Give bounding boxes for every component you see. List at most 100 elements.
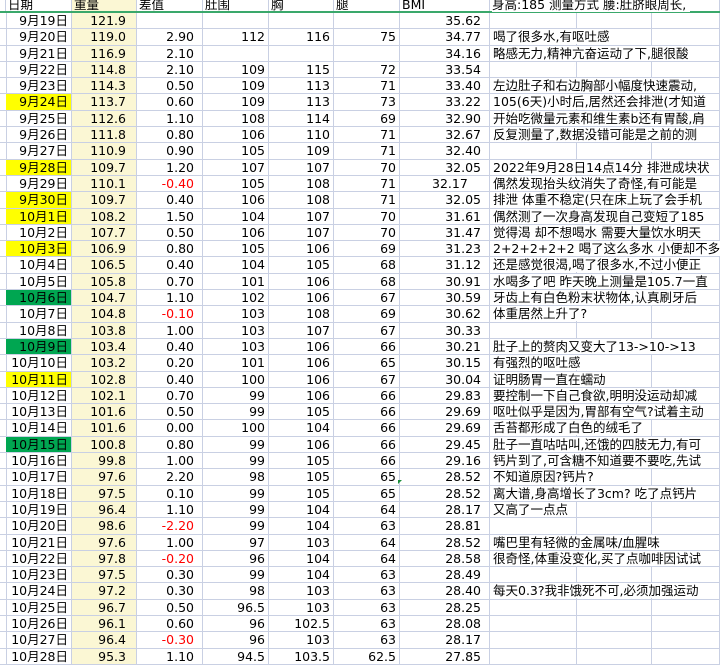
bmi-cell[interactable]: 34.77	[400, 29, 490, 45]
leg-cell[interactable]: 68	[334, 273, 400, 290]
chest-cell[interactable]: 106	[269, 273, 334, 290]
weight-cell[interactable]: 96.4	[72, 632, 137, 648]
belly-cell[interactable]: 109	[203, 94, 269, 110]
belly-cell[interactable]: 101	[203, 273, 269, 290]
notes-cell[interactable]	[652, 143, 720, 159]
weight-cell[interactable]: 104.8	[72, 306, 137, 322]
leg-cell[interactable]: 73	[334, 94, 400, 110]
bmi-cell[interactable]: 34.16	[400, 45, 490, 61]
chest-cell[interactable]: 115	[269, 61, 334, 78]
leg-cell[interactable]: 67	[334, 371, 400, 387]
notes-cell[interactable]	[652, 61, 720, 78]
belly-cell[interactable]: 101	[203, 355, 269, 371]
weight-cell[interactable]: 100.8	[72, 436, 137, 453]
notes-cell[interactable]	[577, 13, 652, 29]
weight-cell[interactable]: 96.4	[72, 501, 137, 518]
belly-cell[interactable]: 109	[203, 61, 269, 78]
leg-cell[interactable]: 64	[334, 550, 400, 567]
notes-cell[interactable]	[490, 143, 577, 159]
date-cell[interactable]: 9月22日	[6, 61, 72, 78]
bmi-cell[interactable]: 32.17	[400, 175, 490, 192]
date-cell[interactable]: 10月4日	[6, 257, 72, 273]
bmi-cell[interactable]: 28.58	[400, 550, 490, 567]
notes-cell[interactable]	[652, 567, 720, 583]
weight-cell[interactable]: 112.6	[72, 110, 137, 127]
belly-cell[interactable]: 99	[203, 485, 269, 501]
date-cell[interactable]: 10月18日	[6, 485, 72, 501]
bmi-cell[interactable]: 28.08	[400, 615, 490, 632]
leg-cell[interactable]: 71	[334, 175, 400, 192]
chest-cell[interactable]: 103	[269, 534, 334, 550]
leg-cell[interactable]: 69	[334, 306, 400, 322]
belly-cell[interactable]: 103	[203, 338, 269, 355]
date-cell[interactable]: 10月12日	[6, 387, 72, 404]
header-diff[interactable]: 差值	[137, 0, 203, 11]
weight-cell[interactable]: 101.6	[72, 404, 137, 420]
chest-cell[interactable]: 107	[269, 208, 334, 224]
leg-cell[interactable]: 63	[334, 583, 400, 599]
chest-cell[interactable]: 105	[269, 257, 334, 273]
diff-cell[interactable]: 0.80	[137, 436, 203, 453]
diff-cell[interactable]: 0.30	[137, 567, 203, 583]
notes-cell[interactable]	[577, 355, 652, 371]
notes-cell[interactable]	[577, 143, 652, 159]
date-cell[interactable]: 9月30日	[6, 192, 72, 208]
leg-cell[interactable]: 66	[334, 436, 400, 453]
leg-cell[interactable]: 75	[334, 29, 400, 45]
chest-cell[interactable]: 107	[269, 224, 334, 241]
belly-cell[interactable]: 99	[203, 387, 269, 404]
belly-cell[interactable]: 99	[203, 453, 269, 469]
belly-cell[interactable]: 108	[203, 110, 269, 127]
chest-cell[interactable]: 104	[269, 567, 334, 583]
header-bmi[interactable]: BMI	[400, 0, 490, 11]
date-cell[interactable]: 9月24日	[6, 94, 72, 110]
leg-cell[interactable]: 63	[334, 615, 400, 632]
chest-cell[interactable]	[269, 45, 334, 61]
bmi-cell[interactable]: 28.17	[400, 501, 490, 518]
bmi-cell[interactable]: 29.83	[400, 387, 490, 404]
chest-cell[interactable]: 102.5	[269, 615, 334, 632]
date-cell[interactable]: 10月28日	[6, 648, 72, 664]
notes-cell[interactable]	[490, 615, 577, 632]
diff-cell[interactable]: 0.50	[137, 404, 203, 420]
notes-cell[interactable]	[577, 567, 652, 583]
bmi-cell[interactable]: 30.04	[400, 371, 490, 387]
bmi-cell[interactable]: 28.52	[400, 469, 490, 485]
notes-cell[interactable]	[652, 29, 720, 45]
date-cell[interactable]: 10月23日	[6, 567, 72, 583]
chest-cell[interactable]: 105	[269, 485, 334, 501]
belly-cell[interactable]: 99	[203, 518, 269, 534]
weight-cell[interactable]: 97.6	[72, 534, 137, 550]
date-cell[interactable]: 10月8日	[6, 322, 72, 338]
bmi-cell[interactable]: 33.40	[400, 78, 490, 94]
weight-cell[interactable]: 110.1	[72, 175, 137, 192]
diff-cell[interactable]: -0.30	[137, 632, 203, 648]
diff-cell[interactable]: 0.40	[137, 371, 203, 387]
leg-cell[interactable]: 71	[334, 78, 400, 94]
weight-cell[interactable]: 106.9	[72, 241, 137, 257]
weight-cell[interactable]: 96.1	[72, 615, 137, 632]
bmi-cell[interactable]: 32.05	[400, 159, 490, 175]
date-cell[interactable]: 10月15日	[6, 436, 72, 453]
leg-cell[interactable]: 67	[334, 322, 400, 338]
diff-cell[interactable]: 1.50	[137, 208, 203, 224]
weight-cell[interactable]: 105.8	[72, 273, 137, 290]
bmi-cell[interactable]: 32.67	[400, 127, 490, 143]
leg-cell[interactable]: 71	[334, 192, 400, 208]
notes-cell[interactable]	[652, 469, 720, 485]
diff-cell[interactable]: 1.00	[137, 453, 203, 469]
bmi-cell[interactable]: 30.33	[400, 322, 490, 338]
diff-cell[interactable]: 0.50	[137, 599, 203, 615]
bmi-cell[interactable]: 28.52	[400, 485, 490, 501]
belly-cell[interactable]: 98	[203, 469, 269, 485]
leg-cell[interactable]: 70	[334, 224, 400, 241]
diff-cell[interactable]: 1.10	[137, 110, 203, 127]
notes-cell[interactable]	[490, 322, 577, 338]
belly-cell[interactable]	[203, 13, 269, 29]
belly-cell[interactable]: 96	[203, 615, 269, 632]
date-cell[interactable]: 10月25日	[6, 599, 72, 615]
chest-cell[interactable]: 116	[269, 29, 334, 45]
date-cell[interactable]: 9月29日	[6, 175, 72, 192]
date-cell[interactable]: 10月6日	[6, 290, 72, 306]
notes-cell[interactable]	[652, 518, 720, 534]
